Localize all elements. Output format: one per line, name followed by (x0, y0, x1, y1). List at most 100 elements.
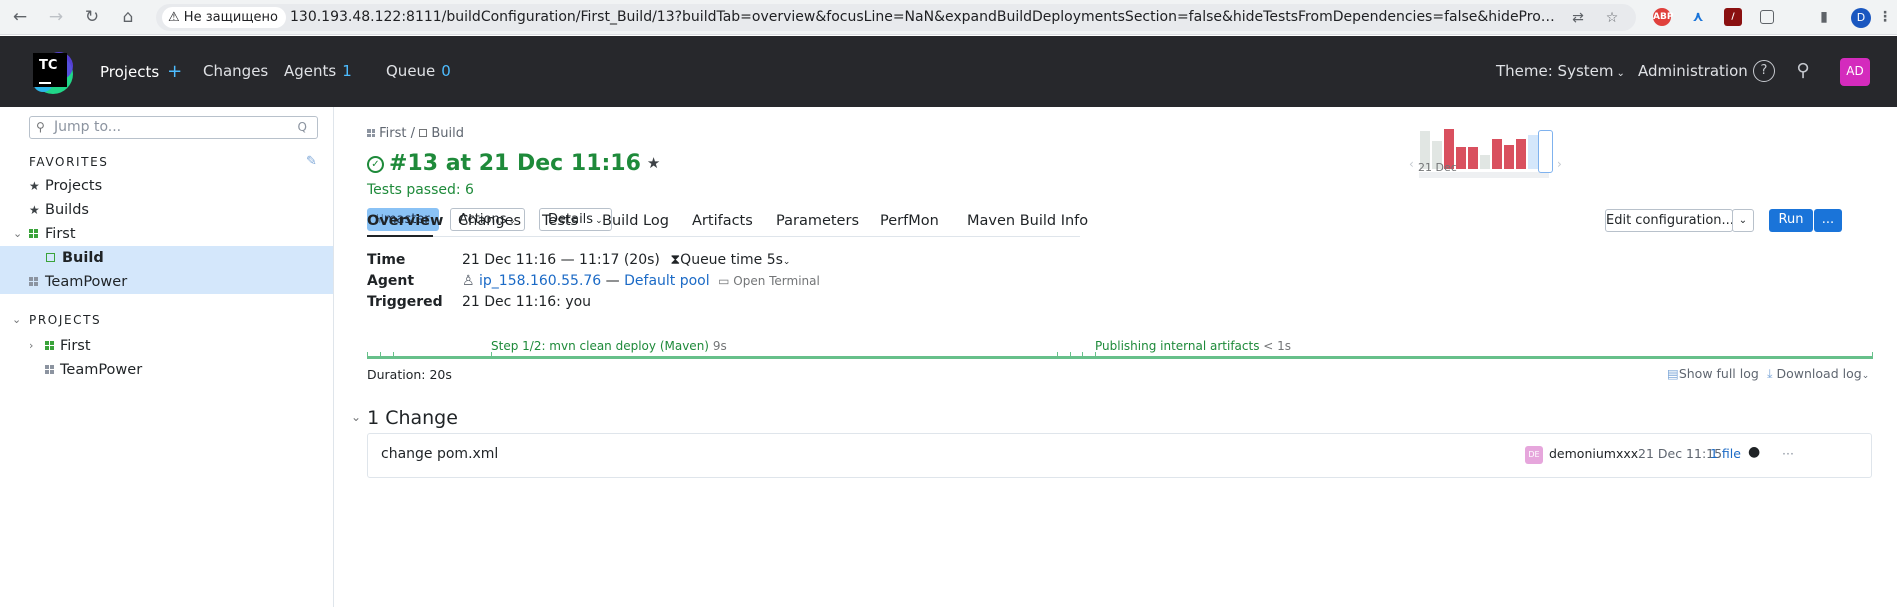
address-bar[interactable]: ⚠ Не защищено 130.193.48.122:8111/buildC… (156, 4, 1636, 31)
queue-time-label: Queue time 5s (680, 252, 783, 268)
open-terminal-label: Open Terminal (733, 274, 820, 288)
edit-favorites-icon[interactable]: ✎ (306, 154, 317, 169)
nav-projects-label: Projects (100, 63, 160, 81)
back-icon[interactable]: ← (9, 6, 31, 28)
tab-artifacts[interactable]: Artifacts (692, 213, 753, 229)
profile-avatar[interactable]: D (1851, 8, 1871, 28)
history-bar[interactable] (1492, 139, 1502, 169)
success-check-icon: ✓ (367, 156, 384, 173)
teamcity-logo[interactable]: TC (29, 50, 77, 96)
chevron-down-icon: ⌄ (1861, 371, 1870, 381)
tab-build-log[interactable]: Build Log (602, 213, 669, 229)
history-bar[interactable] (1504, 145, 1514, 169)
change-message[interactable]: change pom.xml (381, 446, 498, 462)
nav-administration[interactable]: Administration (1638, 36, 1748, 107)
theme-selector[interactable]: Theme: System ⌄ (1496, 36, 1625, 109)
timeline-tick (393, 352, 394, 359)
queue-time-dropdown[interactable]: ⧗Queue time 5s⌄ (670, 252, 790, 268)
favorite-first[interactable]: ⌄ First (0, 222, 333, 246)
tab-changes[interactable]: Changes (458, 213, 521, 229)
change-files-link[interactable]: 1 file (1710, 446, 1741, 461)
browser-toolbar: ← → ↻ ⌂ ⚠ Не защищено 130.193.48.122:811… (0, 0, 1897, 35)
tab-parameters[interactable]: Parameters (776, 213, 859, 229)
time-value: 21 Dec 11:16 — 11:17 (20s) ⧗Queue time 5… (462, 252, 790, 268)
nav-projects[interactable]: Projects + (100, 36, 182, 108)
tab-perfmon[interactable]: PerfMon (880, 213, 939, 229)
favorite-builds-label: Builds (45, 202, 89, 218)
tab-tests[interactable]: Tests (542, 213, 578, 229)
show-full-log-link[interactable]: ▤Show full log (1667, 366, 1759, 381)
theme-label: Theme: System (1496, 62, 1614, 80)
help-icon[interactable]: ? (1753, 60, 1775, 82)
chevron-right-icon[interactable]: › (29, 334, 33, 358)
star-icon: ★ (29, 203, 40, 217)
edit-configuration-button[interactable]: Edit configuration... (1605, 209, 1734, 232)
home-icon[interactable]: ⌂ (117, 6, 139, 28)
build-overview: First / Build ✓ #13 at 21 Dec 11:16 ★ Test… (335, 107, 1897, 607)
translate-icon[interactable]: ⇄ (1569, 9, 1587, 27)
favorite-builds[interactable]: ★ Builds (0, 198, 333, 222)
agent-link[interactable]: ip_158.160.55.76 (479, 273, 601, 289)
extension-red-icon[interactable]: / (1724, 8, 1742, 26)
browser-menu-icon[interactable]: ⋮ (1876, 8, 1894, 26)
tab-overview[interactable]: Overview (367, 213, 443, 229)
chevron-right-icon[interactable]: › (1557, 157, 1562, 171)
github-icon[interactable]: ● (1748, 444, 1760, 460)
project-teampower[interactable]: TeamPower (0, 358, 333, 382)
extensions-puzzle-icon[interactable] (1760, 10, 1774, 24)
step-1-label[interactable]: Step 1/2: mvn clean deploy (Maven) 9s (491, 339, 727, 353)
build-history-chart[interactable]: ‹ 21 Dec › (1409, 129, 1569, 189)
chevron-down-icon[interactable]: ⌄ (12, 313, 23, 326)
user-avatar[interactable]: AD (1840, 58, 1870, 86)
time-label: Time (367, 252, 406, 268)
security-indicator[interactable]: ⚠ Не защищено (162, 7, 286, 28)
search-icon[interactable]: ⚲ (1792, 60, 1814, 82)
favorite-build-label: Build (62, 250, 104, 266)
history-bar[interactable] (1468, 147, 1478, 169)
tests-status[interactable]: Tests passed: 6 (367, 182, 474, 198)
agent-value: ♙ ip_158.160.55.76 — Default pool ▭ Open… (462, 273, 820, 289)
history-bar[interactable] (1516, 139, 1526, 169)
show-full-log-label: Show full log (1678, 366, 1759, 381)
agent-pool-link[interactable]: Default pool (624, 273, 710, 289)
favorite-star-icon[interactable]: ★ (647, 154, 660, 172)
build-duration: Duration: 20s (367, 367, 452, 382)
project-first[interactable]: › First (0, 334, 333, 358)
history-date-label: 21 Dec (1418, 161, 1457, 174)
side-panel-icon[interactable]: ▮ (1815, 8, 1833, 26)
timeline-tick (1082, 352, 1083, 359)
edit-configuration-menu[interactable]: ⌄ (1732, 209, 1754, 232)
add-project-icon[interactable]: + (167, 61, 182, 82)
favorite-build-selected[interactable]: Build (0, 246, 333, 270)
history-bar[interactable] (1528, 135, 1538, 169)
chevron-down-icon[interactable]: ⌄ (13, 222, 22, 246)
history-bar[interactable] (1456, 147, 1466, 169)
download-log-link[interactable]: ⤓ Download log⌄ (1767, 366, 1869, 382)
breadcrumb-config[interactable]: Build (431, 126, 464, 141)
run-button[interactable]: Run (1769, 209, 1813, 232)
change-row[interactable]: change pom.xml DE demoniumxxx 21 Dec 11:… (367, 433, 1872, 478)
chevron-left-icon[interactable]: ‹ (1409, 157, 1414, 171)
forward-icon[interactable]: → (45, 6, 67, 28)
build-steps-timeline[interactable] (367, 356, 1872, 359)
nav-queue[interactable]: Queue 0 (386, 36, 451, 107)
tab-maven-build-info[interactable]: Maven Build Info (967, 213, 1088, 229)
run-options-button[interactable]: ... (1814, 209, 1842, 232)
url-text[interactable]: 130.193.48.122:8111/buildConfiguration/F… (290, 4, 1560, 31)
nav-agents[interactable]: Agents 1 (284, 36, 352, 107)
jump-to-search[interactable]: ⚲ Jump to... Q (29, 116, 318, 139)
changes-section-title[interactable]: ⌄ 1 Change (351, 407, 458, 429)
bookmark-star-icon[interactable]: ☆ (1603, 9, 1621, 27)
breadcrumb-project[interactable]: First (379, 126, 406, 141)
reload-icon[interactable]: ↻ (81, 6, 103, 28)
history-bar[interactable] (1480, 155, 1490, 169)
adblock-extension-icon[interactable]: ABP (1653, 8, 1673, 26)
more-options-icon[interactable]: ··· (1782, 446, 1794, 461)
open-terminal-link[interactable]: ▭ Open Terminal (718, 274, 820, 288)
favorite-projects[interactable]: ★ Projects (0, 174, 333, 198)
chevron-down-icon: ⌄ (782, 257, 791, 267)
extension-tool-icon[interactable]: ⋏ (1689, 8, 1707, 26)
nav-changes[interactable]: Changes (203, 36, 268, 107)
step-2-label[interactable]: Publishing internal artifacts < 1s (1095, 339, 1291, 353)
favorite-teampower[interactable]: TeamPower (0, 270, 333, 294)
